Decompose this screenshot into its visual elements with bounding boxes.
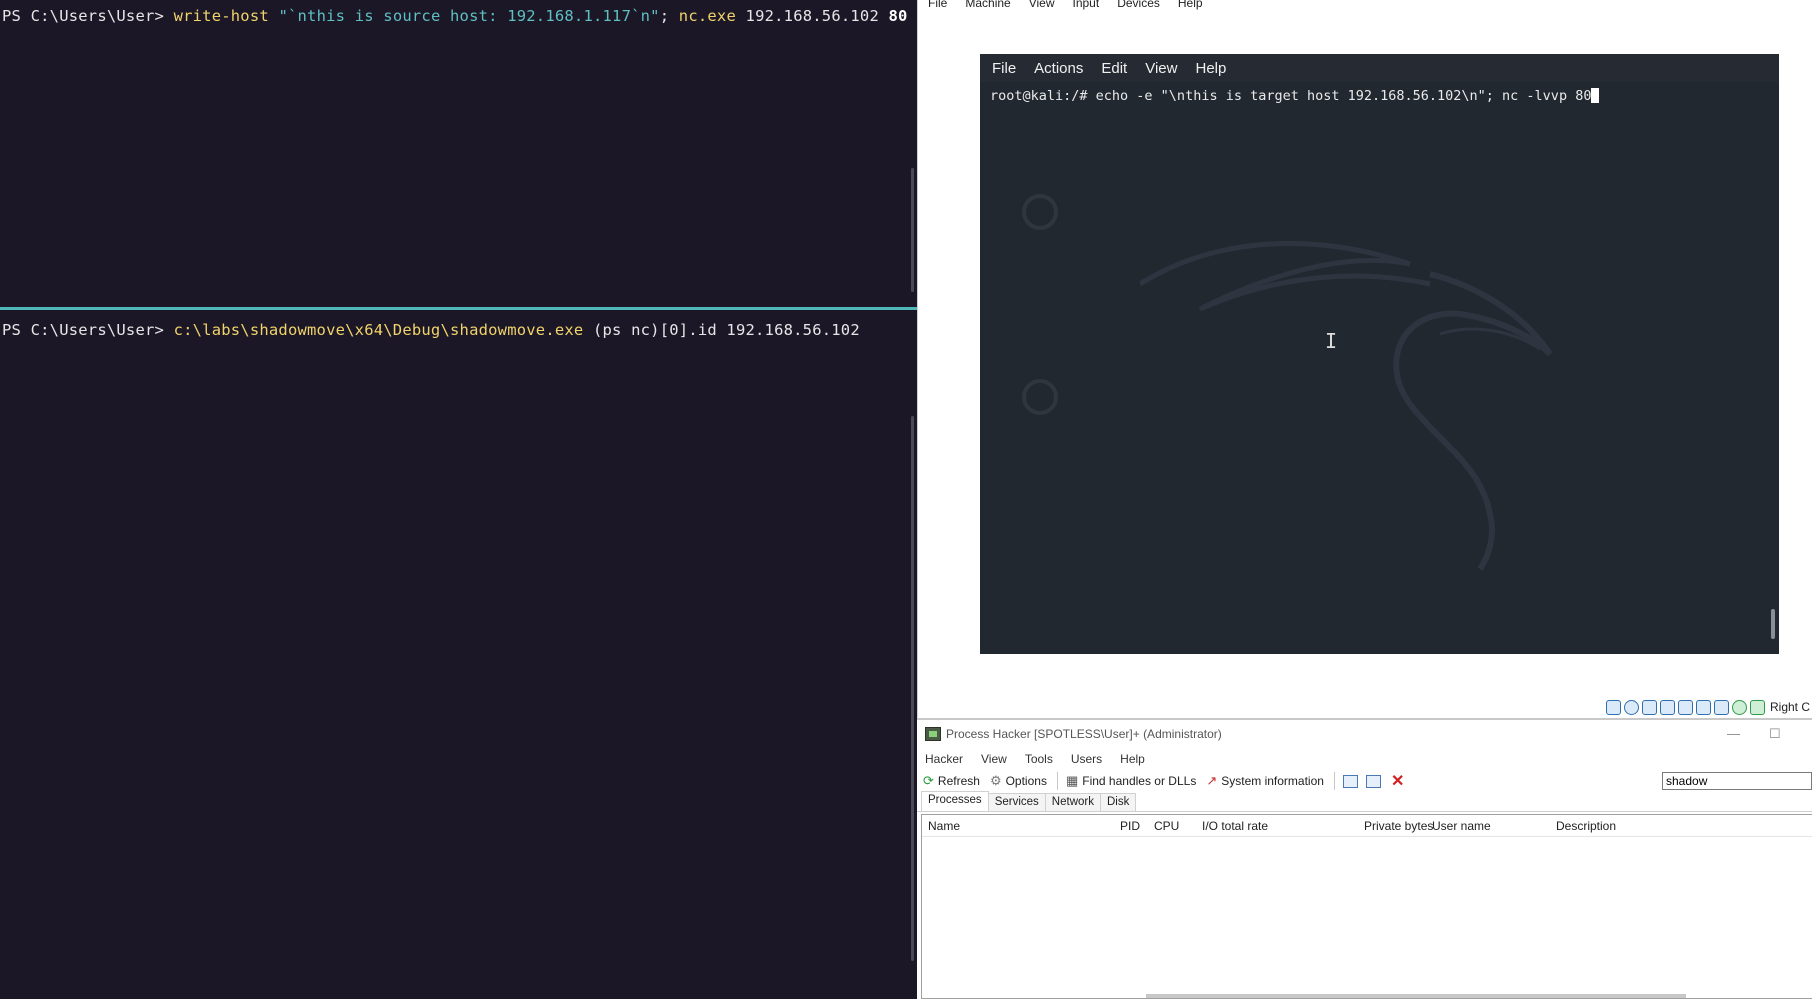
kali-terminal-window[interactable]: File Actions Edit View Help root@kali:/#… [980, 54, 1779, 654]
command-arg-port: 80 [878, 7, 908, 25]
vbox-menu-help[interactable]: Help [1169, 0, 1212, 14]
command-args: (ps nc)[0].id 192.168.56.102 [583, 321, 860, 339]
hard-disk-icon[interactable] [1605, 699, 1621, 715]
refresh-button[interactable]: ⟳ Refresh [923, 773, 980, 789]
cpu-icon[interactable] [1749, 699, 1765, 715]
command-arg-host: 192.168.56.102 [736, 7, 879, 25]
text-cursor [1591, 88, 1600, 103]
pane-divider[interactable] [0, 307, 917, 310]
menu-help[interactable]: Help [1120, 752, 1163, 766]
find-handles-button[interactable]: ▦ Find handles or DLLs [1066, 773, 1196, 789]
kali-command-text: root@kali:/# echo -e "\nthis is target h… [990, 88, 1592, 104]
vbox-menu-file[interactable]: File [918, 0, 956, 14]
terminal-pane-top[interactable]: PS C:\Users\User> write-host "`nthis is … [0, 0, 917, 307]
display-icon[interactable] [1713, 699, 1729, 715]
kali-menu-help[interactable]: Help [1186, 60, 1235, 77]
options-button[interactable]: ⚙ Options [990, 773, 1047, 789]
vbox-menu-view[interactable]: View [1020, 0, 1064, 14]
vbox-statusbar: Right C [1605, 697, 1812, 717]
optical-drive-icon[interactable] [1623, 699, 1639, 715]
minimize-button[interactable]: — [1727, 726, 1740, 741]
gear-icon: ⚙ [989, 773, 1002, 788]
vbox-menu-machine[interactable]: Machine [956, 0, 1019, 14]
horizontal-scrollbar[interactable] [1146, 994, 1686, 998]
network-icon[interactable] [1659, 699, 1675, 715]
kali-menu-actions[interactable]: Actions [1025, 60, 1092, 77]
audio-icon[interactable] [1641, 699, 1657, 715]
command-string-arg: "`nthis is source host: 192.168.1.117`n" [268, 7, 660, 25]
terminal-pane-bottom[interactable]: PS C:\Users\User> c:\labs\shadowmove\x64… [0, 311, 917, 999]
system-information-label: System information [1221, 774, 1324, 788]
kali-scrollbar[interactable] [1771, 609, 1775, 639]
column-private-bytes[interactable]: Private bytes [1364, 819, 1433, 833]
ph-toolbar: ⟳ Refresh ⚙ Options ▦ Find handles or DLLs … [917, 770, 1812, 792]
vbox-menubar: File Machine View Input Devices Help [918, 0, 1812, 14]
shared-folders-icon[interactable] [1695, 699, 1711, 715]
kali-menu-edit[interactable]: Edit [1092, 60, 1136, 77]
command-name: c:\labs\shadowmove\x64\Debug\shadowmove.… [173, 321, 584, 339]
virtualbox-window: File Machine View Input Devices Help Fil… [917, 0, 1812, 718]
column-io-total-rate[interactable]: I/O total rate [1202, 819, 1268, 833]
find-window-icon[interactable] [1365, 774, 1381, 788]
window-icon[interactable] [1342, 774, 1358, 788]
menu-tools[interactable]: Tools [1025, 752, 1071, 766]
maximize-button[interactable]: ☐ [1769, 726, 1781, 742]
terminal-prompt: PS C:\Users\User> [2, 321, 174, 339]
column-pid[interactable]: PID [1120, 819, 1140, 833]
ph-tabs: Processes Services Network Disk [917, 791, 1812, 812]
system-information-button[interactable]: ↗ System information [1206, 773, 1324, 789]
column-user-name[interactable]: User name [1432, 819, 1491, 833]
kali-menu-file[interactable]: File [980, 60, 1025, 77]
desktop-icon [1022, 379, 1058, 415]
recording-icon[interactable] [1731, 699, 1747, 715]
kali-command-line: root@kali:/# echo -e "\nthis is target h… [990, 88, 1600, 104]
terminal-prompt: PS C:\Users\User> [2, 7, 174, 25]
terminate-icon[interactable]: ✕ [1391, 771, 1404, 791]
find-handles-label: Find handles or DLLs [1082, 774, 1197, 788]
command-separator: ; [659, 7, 670, 25]
ph-titlebar: Process Hacker [SPOTLESS\User]+ (Adminis… [917, 720, 1812, 748]
chart-icon: ↗ [1206, 773, 1218, 788]
kali-menu-view[interactable]: View [1136, 60, 1186, 77]
command-name: write-host [173, 7, 269, 25]
tab-network[interactable]: Network [1044, 793, 1101, 811]
column-name[interactable]: Name [928, 819, 960, 833]
toolbar-separator [1333, 772, 1335, 790]
process-hacker-icon [925, 727, 941, 741]
terminal-command-line: PS C:\Users\User> c:\labs\shadowmove\x64… [2, 321, 860, 339]
vbox-menu-devices[interactable]: Devices [1108, 0, 1169, 14]
menu-users[interactable]: Users [1071, 752, 1120, 766]
process-hacker-window: Process Hacker [SPOTLESS\User]+ (Adminis… [917, 718, 1812, 999]
kali-menubar: File Actions Edit View Help [980, 54, 1779, 82]
terminal-command-line: PS C:\Users\User> write-host "`nthis is … [2, 7, 908, 25]
terminal-scrollbar[interactable] [911, 168, 914, 292]
kali-dragon-logo [1140, 241, 1553, 571]
tab-services[interactable]: Services [987, 793, 1046, 811]
window-title: Process Hacker [SPOTLESS\User]+ (Adminis… [946, 727, 1222, 741]
command-name: nc.exe [669, 7, 736, 25]
refresh-label: Refresh [937, 774, 980, 788]
column-description[interactable]: Description [1556, 819, 1616, 833]
binoculars-icon: ▦ [1065, 773, 1079, 788]
menu-hacker[interactable]: Hacker [925, 752, 981, 766]
menu-view[interactable]: View [981, 752, 1025, 766]
process-list[interactable]: Name PID CPU I/O total rate Private byte… [921, 814, 1812, 999]
tab-disk[interactable]: Disk [1099, 793, 1137, 811]
search-input[interactable] [1662, 772, 1812, 790]
options-label: Options [1005, 774, 1047, 788]
column-cpu[interactable]: CPU [1154, 819, 1179, 833]
tab-processes[interactable]: Processes [921, 791, 989, 811]
ibeam-cursor-icon: I [1325, 329, 1338, 353]
toolbar-separator [1056, 772, 1058, 790]
ph-menubar: Hacker View Tools Users Help [917, 748, 1812, 770]
process-list-header: Name PID CPU I/O total rate Private byte… [922, 815, 1812, 837]
usb-icon[interactable] [1677, 699, 1693, 715]
vbox-menu-input[interactable]: Input [1064, 0, 1109, 14]
host-key-label: Right C [1769, 700, 1810, 714]
refresh-icon: ⟳ [923, 773, 934, 788]
terminal-scrollbar[interactable] [911, 416, 914, 961]
desktop-icon [1022, 194, 1058, 230]
